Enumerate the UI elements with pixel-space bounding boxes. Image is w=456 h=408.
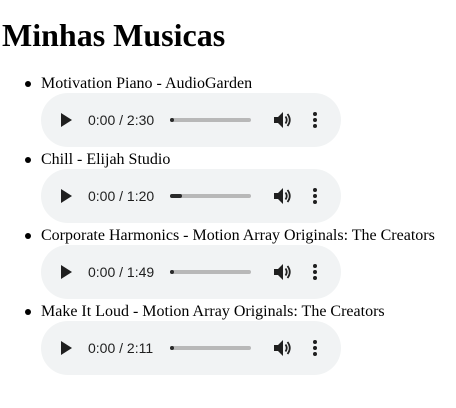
track-item: Chill - Elijah Studio 0:00 / 1:20	[0, 149, 456, 225]
seek-bar-fill	[170, 194, 183, 198]
list-bullet	[25, 81, 31, 87]
track-list: Motivation Piano - AudioGarden 0:00 / 2:…	[0, 73, 456, 377]
more-vertical-icon[interactable]	[304, 261, 326, 283]
play-icon[interactable]	[55, 109, 77, 131]
list-bullet	[25, 233, 31, 239]
seek-bar[interactable]	[170, 346, 251, 350]
track-item: Motivation Piano - AudioGarden 0:00 / 2:…	[0, 73, 456, 149]
volume-icon[interactable]	[272, 109, 294, 131]
track-title: Make It Loud - Motion Array Originals: T…	[41, 303, 385, 320]
track-title: Motivation Piano - AudioGarden	[41, 75, 253, 92]
time-display: 0:00 / 1:20	[88, 188, 155, 204]
play-icon[interactable]	[55, 261, 77, 283]
track-title: Corporate Harmonics - Motion Array Origi…	[41, 227, 435, 244]
seek-bar-fill	[170, 346, 174, 350]
audio-player: 0:00 / 2:11	[41, 321, 341, 375]
seek-bar[interactable]	[170, 194, 251, 198]
page-title: Minhas Musicas	[2, 17, 226, 53]
time-display: 0:00 / 2:11	[88, 340, 154, 356]
seek-bar[interactable]	[170, 270, 251, 274]
volume-icon[interactable]	[272, 261, 294, 283]
volume-icon[interactable]	[272, 185, 294, 207]
seek-bar-fill	[170, 118, 174, 122]
play-icon[interactable]	[55, 185, 77, 207]
track-item: Make It Loud - Motion Array Originals: T…	[0, 301, 456, 377]
page: Minhas Musicas Motivation Piano - AudioG…	[0, 0, 456, 408]
time-display: 0:00 / 2:30	[88, 112, 155, 128]
more-vertical-icon[interactable]	[304, 185, 326, 207]
time-display: 0:00 / 1:49	[88, 264, 155, 280]
list-bullet	[25, 309, 31, 315]
track-title: Chill - Elijah Studio	[41, 151, 171, 168]
seek-bar-fill	[170, 270, 174, 274]
seek-bar[interactable]	[170, 118, 251, 122]
play-icon[interactable]	[55, 337, 77, 359]
audio-player: 0:00 / 1:49	[41, 245, 341, 299]
more-vertical-icon[interactable]	[304, 337, 326, 359]
audio-player: 0:00 / 2:30	[41, 93, 341, 147]
track-item: Corporate Harmonics - Motion Array Origi…	[0, 225, 456, 301]
audio-player: 0:00 / 1:20	[41, 169, 341, 223]
more-vertical-icon[interactable]	[304, 109, 326, 131]
list-bullet	[25, 157, 31, 163]
volume-icon[interactable]	[272, 337, 294, 359]
